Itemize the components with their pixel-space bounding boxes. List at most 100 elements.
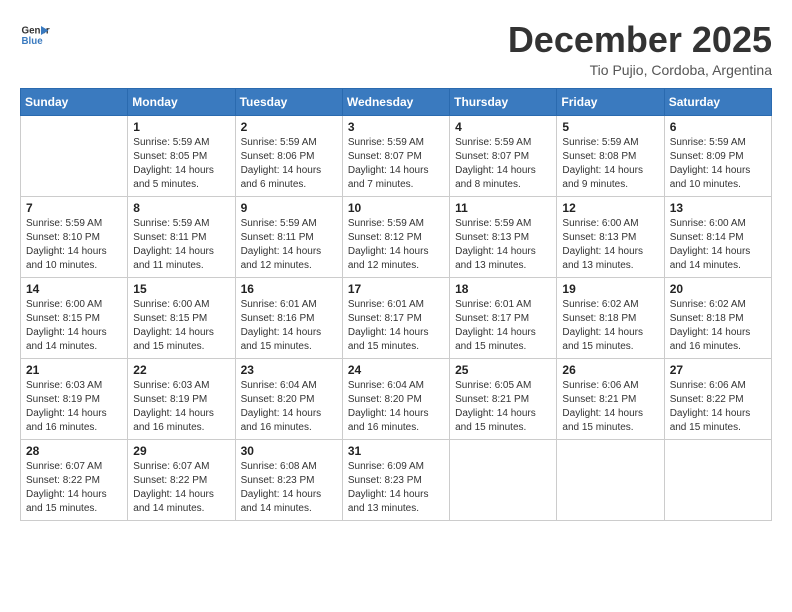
day-info: Sunrise: 6:09 AM Sunset: 8:23 PM Dayligh… (348, 460, 444, 516)
day-info: Sunrise: 5:59 AM Sunset: 8:10 PM Dayligh… (26, 217, 122, 273)
day-number: 23 (241, 363, 337, 377)
calendar-cell: 7Sunrise: 5:59 AM Sunset: 8:10 PM Daylig… (21, 196, 128, 277)
day-info: Sunrise: 5:59 AM Sunset: 8:12 PM Dayligh… (348, 217, 444, 273)
calendar-cell: 28 Sunrise: 6:07 AM Sunset: 8:22 PM Dayli… (21, 439, 128, 520)
day-number: 16 (241, 282, 337, 296)
calendar-cell: 26 Sunrise: 6:06 AM Sunset: 8:21 PM Dayli… (557, 358, 664, 439)
day-number: 1 (133, 120, 229, 134)
calendar-cell: 12 Sunrise: 6:00 AM Sunset: 8:13 PM Dayli… (557, 196, 664, 277)
day-number: 5 (562, 120, 658, 134)
day-info: Sunrise: 6:07 AM Sunset: 8:22 PM Dayligh… (26, 460, 122, 516)
header-day-saturday: Saturday (664, 88, 771, 115)
calendar-cell: 11Sunrise: 5:59 AM Sunset: 8:13 PM Dayli… (450, 196, 557, 277)
calendar-cell: 9 Sunrise: 5:59 AM Sunset: 8:11 PM Daylig… (235, 196, 342, 277)
calendar-cell: 30Sunrise: 6:08 AM Sunset: 8:23 PM Dayli… (235, 439, 342, 520)
day-number: 25 (455, 363, 551, 377)
day-info: Sunrise: 6:05 AM Sunset: 8:21 PM Dayligh… (455, 379, 551, 435)
day-info: Sunrise: 6:06 AM Sunset: 8:21 PM Dayligh… (562, 379, 658, 435)
header-day-thursday: Thursday (450, 88, 557, 115)
day-info: Sunrise: 5:59 AM Sunset: 8:11 PM Dayligh… (241, 217, 337, 273)
day-number: 24 (348, 363, 444, 377)
day-info: Sunrise: 6:06 AM Sunset: 8:22 PM Dayligh… (670, 379, 766, 435)
day-number: 9 (241, 201, 337, 215)
day-info: Sunrise: 6:08 AM Sunset: 8:23 PM Dayligh… (241, 460, 337, 516)
day-number: 18 (455, 282, 551, 296)
day-number: 29 (133, 444, 229, 458)
day-info: Sunrise: 6:00 AM Sunset: 8:13 PM Dayligh… (562, 217, 658, 273)
day-info: Sunrise: 5:59 AM Sunset: 8:11 PM Dayligh… (133, 217, 229, 273)
day-info: Sunrise: 6:03 AM Sunset: 8:19 PM Dayligh… (26, 379, 122, 435)
calendar-week-row: 1 Sunrise: 5:59 AM Sunset: 8:05 PM Daylig… (21, 115, 772, 196)
header-day-tuesday: Tuesday (235, 88, 342, 115)
calendar-cell: 14Sunrise: 6:00 AM Sunset: 8:15 PM Dayli… (21, 277, 128, 358)
calendar-cell: 6 Sunrise: 5:59 AM Sunset: 8:09 PM Daylig… (664, 115, 771, 196)
calendar-table: SundayMondayTuesdayWednesdayThursdayFrid… (20, 88, 772, 521)
day-number: 8 (133, 201, 229, 215)
calendar-cell: 13Sunrise: 6:00 AM Sunset: 8:14 PM Dayli… (664, 196, 771, 277)
calendar-cell: 31 Sunrise: 6:09 AM Sunset: 8:23 PM Dayli… (342, 439, 449, 520)
calendar-cell (557, 439, 664, 520)
header-day-friday: Friday (557, 88, 664, 115)
day-number: 21 (26, 363, 122, 377)
day-info: Sunrise: 6:04 AM Sunset: 8:20 PM Dayligh… (348, 379, 444, 435)
calendar-cell: 29 Sunrise: 6:07 AM Sunset: 8:22 PM Dayli… (128, 439, 235, 520)
header-day-wednesday: Wednesday (342, 88, 449, 115)
day-info: Sunrise: 6:04 AM Sunset: 8:20 PM Dayligh… (241, 379, 337, 435)
day-number: 31 (348, 444, 444, 458)
calendar-week-row: 21 Sunrise: 6:03 AM Sunset: 8:19 PM Dayli… (21, 358, 772, 439)
day-info: Sunrise: 6:01 AM Sunset: 8:17 PM Dayligh… (455, 298, 551, 354)
calendar-cell: 25 Sunrise: 6:05 AM Sunset: 8:21 PM Dayli… (450, 358, 557, 439)
calendar-cell: 21 Sunrise: 6:03 AM Sunset: 8:19 PM Dayli… (21, 358, 128, 439)
logo: General Blue (20, 20, 50, 50)
header-day-monday: Monday (128, 88, 235, 115)
calendar-cell: 2 Sunrise: 5:59 AM Sunset: 8:06 PM Daylig… (235, 115, 342, 196)
calendar-cell: 24 Sunrise: 6:04 AM Sunset: 8:20 PM Dayli… (342, 358, 449, 439)
day-number: 19 (562, 282, 658, 296)
day-number: 11 (455, 201, 551, 215)
day-number: 4 (455, 120, 551, 134)
day-info: Sunrise: 6:07 AM Sunset: 8:22 PM Dayligh… (133, 460, 229, 516)
day-info: Sunrise: 5:59 AM Sunset: 8:05 PM Dayligh… (133, 136, 229, 192)
calendar-cell: 17Sunrise: 6:01 AM Sunset: 8:17 PM Dayli… (342, 277, 449, 358)
day-number: 2 (241, 120, 337, 134)
logo-icon: General Blue (20, 20, 50, 50)
day-info: Sunrise: 5:59 AM Sunset: 8:08 PM Dayligh… (562, 136, 658, 192)
calendar-cell: 5 Sunrise: 5:59 AM Sunset: 8:08 PM Daylig… (557, 115, 664, 196)
day-info: Sunrise: 5:59 AM Sunset: 8:07 PM Dayligh… (348, 136, 444, 192)
day-info: Sunrise: 6:01 AM Sunset: 8:16 PM Dayligh… (241, 298, 337, 354)
day-number: 3 (348, 120, 444, 134)
page-title: December 2025 (508, 20, 772, 60)
day-info: Sunrise: 5:59 AM Sunset: 8:09 PM Dayligh… (670, 136, 766, 192)
calendar-cell: 16 Sunrise: 6:01 AM Sunset: 8:16 PM Dayli… (235, 277, 342, 358)
day-number: 27 (670, 363, 766, 377)
day-number: 22 (133, 363, 229, 377)
day-info: Sunrise: 5:59 AM Sunset: 8:06 PM Dayligh… (241, 136, 337, 192)
day-info: Sunrise: 6:00 AM Sunset: 8:15 PM Dayligh… (26, 298, 122, 354)
calendar-cell: 1 Sunrise: 5:59 AM Sunset: 8:05 PM Daylig… (128, 115, 235, 196)
day-number: 28 (26, 444, 122, 458)
calendar-cell: 10 Sunrise: 5:59 AM Sunset: 8:12 PM Dayli… (342, 196, 449, 277)
calendar-cell: 27 Sunrise: 6:06 AM Sunset: 8:22 PM Dayli… (664, 358, 771, 439)
calendar-cell: 15Sunrise: 6:00 AM Sunset: 8:15 PM Dayli… (128, 277, 235, 358)
calendar-cell (664, 439, 771, 520)
day-info: Sunrise: 6:02 AM Sunset: 8:18 PM Dayligh… (670, 298, 766, 354)
day-number: 10 (348, 201, 444, 215)
day-number: 17 (348, 282, 444, 296)
calendar-cell: 20Sunrise: 6:02 AM Sunset: 8:18 PM Dayli… (664, 277, 771, 358)
calendar-cell: 19 Sunrise: 6:02 AM Sunset: 8:18 PM Dayli… (557, 277, 664, 358)
page-subtitle: Tio Pujio, Cordoba, Argentina (508, 62, 772, 78)
day-info: Sunrise: 5:59 AM Sunset: 8:07 PM Dayligh… (455, 136, 551, 192)
calendar-cell: 3 Sunrise: 5:59 AM Sunset: 8:07 PM Daylig… (342, 115, 449, 196)
day-info: Sunrise: 6:02 AM Sunset: 8:18 PM Dayligh… (562, 298, 658, 354)
calendar-cell: 23 Sunrise: 6:04 AM Sunset: 8:20 PM Dayli… (235, 358, 342, 439)
calendar-header-row: SundayMondayTuesdayWednesdayThursdayFrid… (21, 88, 772, 115)
calendar-week-row: 7Sunrise: 5:59 AM Sunset: 8:10 PM Daylig… (21, 196, 772, 277)
title-area: December 2025 Tio Pujio, Cordoba, Argent… (508, 20, 772, 78)
svg-text:Blue: Blue (22, 36, 44, 47)
page-header: General Blue December 2025 Tio Pujio, Co… (20, 20, 772, 78)
day-number: 26 (562, 363, 658, 377)
day-number: 15 (133, 282, 229, 296)
day-number: 12 (562, 201, 658, 215)
day-number: 6 (670, 120, 766, 134)
calendar-cell (450, 439, 557, 520)
